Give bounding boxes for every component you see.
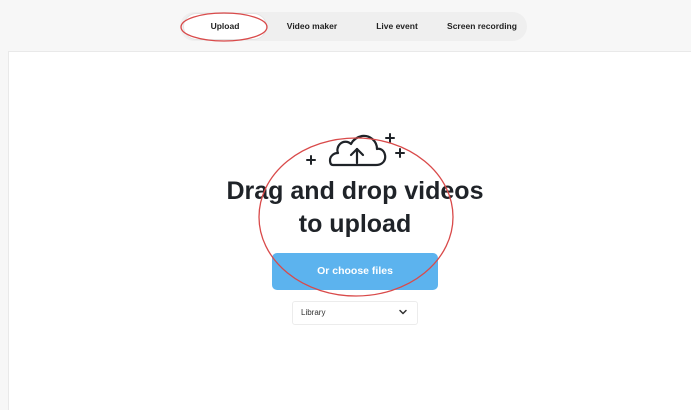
destination-select-value: Library (301, 308, 326, 317)
tab-bar: Upload Video maker Live event Screen rec… (180, 12, 527, 41)
tab-upload[interactable]: Upload (184, 14, 266, 39)
chevron-down-icon (399, 309, 407, 315)
headline-line-1: Drag and drop videos (226, 177, 484, 205)
tab-screen-recording[interactable]: Screen recording (440, 12, 524, 41)
dropzone-headline: Drag and drop videos to upload (200, 175, 510, 241)
choose-files-button[interactable]: Or choose files (272, 253, 438, 290)
tab-video-maker[interactable]: Video maker (276, 12, 348, 41)
headline-line-2: to upload (298, 210, 412, 238)
upload-page: Upload Video maker Live event Screen rec… (0, 0, 691, 410)
cloud-upload-icon (306, 133, 405, 167)
destination-select[interactable]: Library (292, 301, 418, 325)
upload-illustration (300, 128, 410, 178)
tab-live-event[interactable]: Live event (362, 12, 432, 41)
